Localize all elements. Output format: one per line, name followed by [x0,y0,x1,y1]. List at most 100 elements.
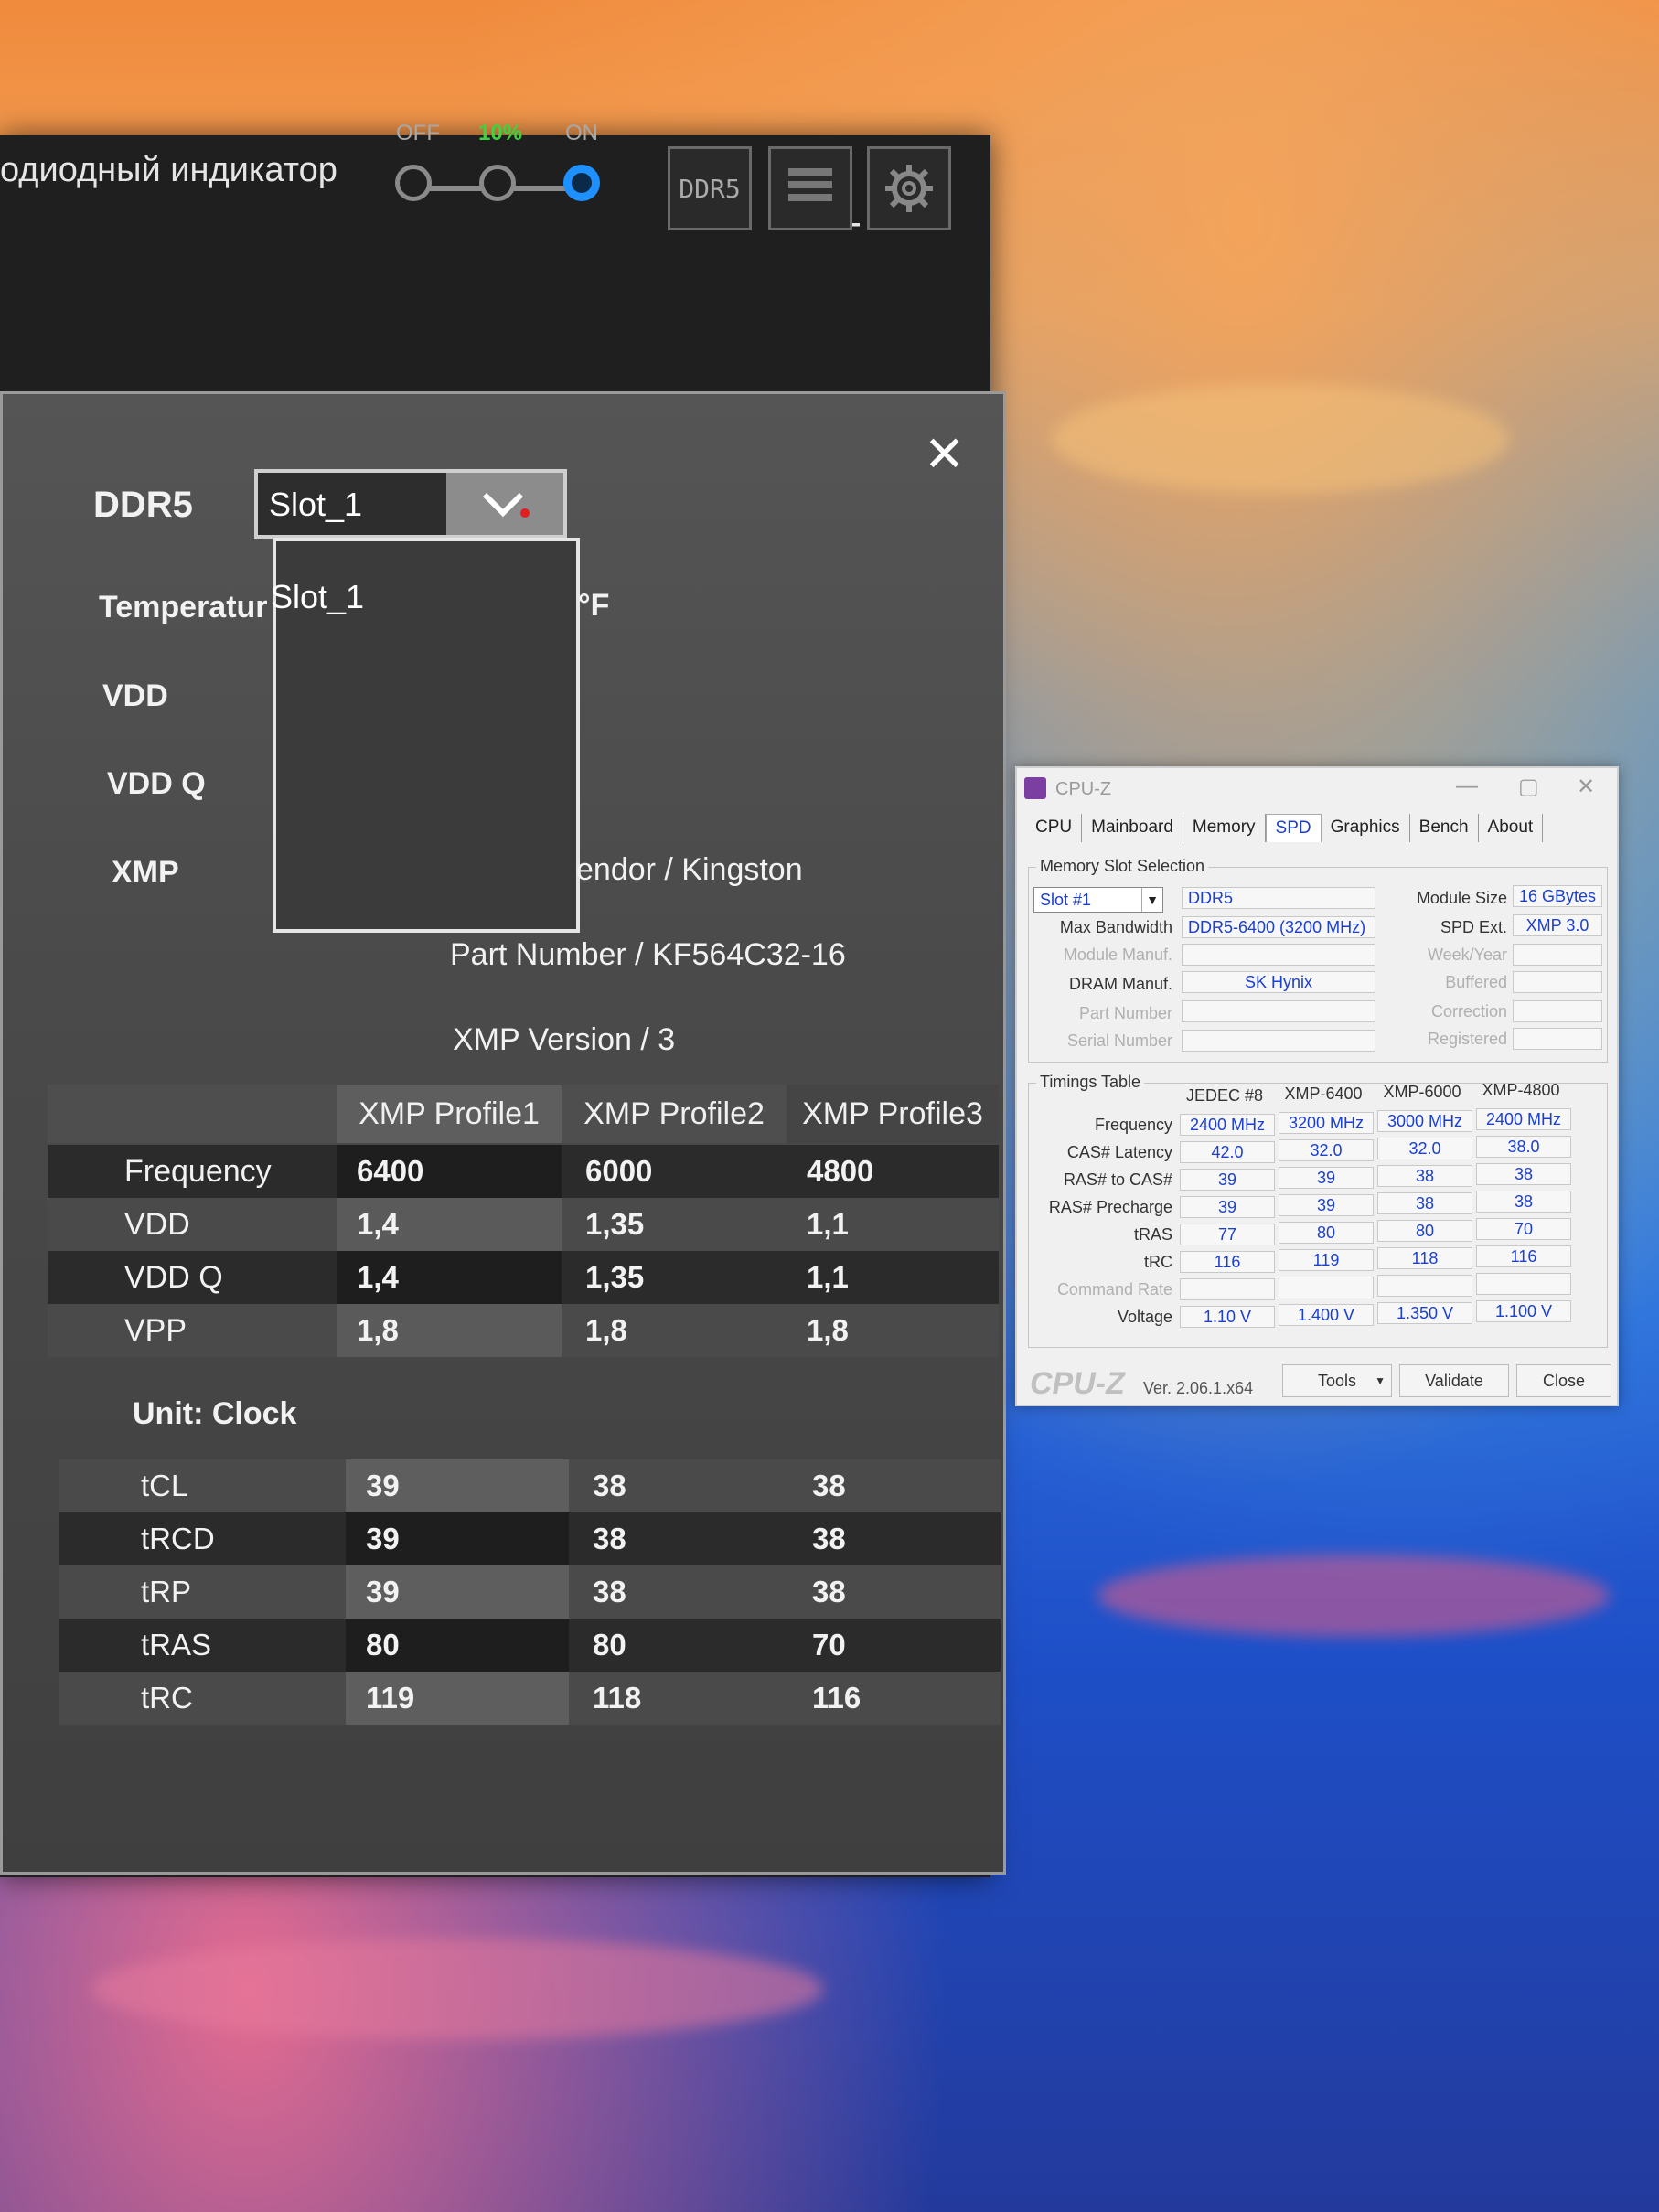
timing-value: 39 [1279,1194,1374,1216]
close-button[interactable]: Close [1516,1364,1611,1397]
ddr5-button[interactable]: DDR5 [668,146,752,230]
profile2-value: 38 [593,1575,626,1608]
timing-value: 80 [1377,1220,1472,1242]
correction-value [1513,1000,1602,1022]
tab-mainboard[interactable]: Mainboard [1082,814,1183,842]
timing-value [1180,1278,1275,1300]
timing-row-label: Command Rate [1056,1280,1172,1298]
tools-button[interactable]: Tools ▼ [1282,1364,1392,1397]
profile1-value: 119 [346,1672,569,1725]
week-year-label: Week/Year [1427,946,1507,964]
serial-number-value [1182,1030,1375,1052]
timing-row: tRC 119 118 116 [59,1672,1001,1725]
led-mid-dot[interactable] [479,165,516,201]
list-button[interactable] [768,146,852,230]
timing-value: 2400 MHz [1180,1114,1275,1136]
list-icon [788,168,832,201]
timing-value: 38 [1377,1165,1472,1187]
tab-spd[interactable]: SPD [1265,814,1322,842]
profile1-value: 6400 [337,1145,562,1198]
xmp-version-text: XMP Version / 3 [453,1022,676,1057]
chevron-down-icon: ▼ [1141,888,1162,912]
profile-row: VPP 1,8 1,8 1,8 [48,1304,999,1357]
temperature-unit: °F [578,588,610,623]
timing-value: 38 [1377,1192,1472,1214]
chevron-down-icon: ▼ [1375,1374,1386,1387]
timing-value: 118 [1377,1247,1472,1269]
max-bandwidth-value: DDR5-6400 (3200 MHz) [1182,916,1375,938]
led-track-line [514,186,569,191]
timing-value: 38 [1476,1163,1571,1185]
module-manuf-value [1182,944,1375,966]
timing-value: 39 [1180,1196,1275,1218]
profile2-value: 6000 [585,1154,653,1188]
row-label: tRP [141,1575,192,1608]
timing-value: 70 [1476,1218,1571,1240]
timing-row-label: RAS# to CAS# [1063,1170,1172,1189]
profile3-value: 1,1 [807,1260,849,1294]
close-panel-button[interactable]: ✕ [924,430,965,479]
wallpaper-stroke [1097,1555,1610,1637]
timing-value: 32.0 [1279,1139,1374,1161]
max-bandwidth-label: Max Bandwidth [1059,918,1172,936]
cpuz-minimize-button[interactable]: — [1456,774,1478,799]
buffered-label: Buffered [1445,973,1507,991]
tab-cpu[interactable]: CPU [1026,814,1083,842]
profile3-value: 1,1 [807,1207,849,1241]
cpuz-maximize-button[interactable]: ▢ [1518,774,1539,800]
profile2-value: 1,8 [585,1313,627,1347]
timing-value [1279,1277,1374,1298]
cpuz-title: CPU-Z [1055,779,1112,799]
timing-row-label: CAS# Latency [1066,1143,1172,1161]
led-on-dot[interactable] [563,165,600,201]
profile2-value: 38 [593,1522,626,1555]
slot-option-slot-1[interactable]: Slot_1 [271,578,364,616]
profile1-value: 39 [346,1459,569,1512]
chevron-down-icon [482,492,530,518]
timing-value: 42.0 [1180,1141,1275,1163]
timing-value: 32.0 [1377,1138,1472,1159]
profile1-value: 39 [346,1512,569,1565]
led-level-slider[interactable] [395,165,613,201]
profile-header: XMP Profile2 [583,1095,765,1131]
timing-row: tRCD 39 38 38 [59,1512,1001,1565]
cpuz-footer: CPU-Z Ver. 2.06.1.x64 Tools ▼ Validate C… [1017,1357,1617,1405]
row-label: VDD [124,1206,190,1242]
unit-clock-label: Unit: Clock [133,1396,297,1431]
profile3-value: 38 [812,1469,846,1502]
ddr5-button-label: DDR5 [679,173,741,204]
chevron-down-icon[interactable] [446,473,563,535]
timing-value: 80 [1279,1222,1374,1244]
row-label: Frequency [124,1153,272,1189]
timing-col-header: XMP-6400 [1284,1085,1363,1103]
timing-row-label: Voltage [1117,1308,1172,1326]
led-off-dot[interactable] [395,165,432,201]
profile-row: Frequency 6400 6000 4800 [48,1145,999,1198]
row-label: tCL [141,1469,188,1502]
tab-about[interactable]: About [1479,814,1544,842]
tab-memory[interactable]: Memory [1183,814,1266,842]
serial-number-label: Serial Number [1066,1031,1172,1050]
led-off-label: OFF [396,121,440,145]
settings-button[interactable] [867,146,951,230]
profile1-value: 39 [346,1565,569,1619]
slot-select-value: Slot_1 [269,486,363,523]
module-manuf-label: Module Manuf. [1063,946,1172,964]
tab-bench[interactable]: Bench [1410,814,1479,842]
cpuz-close-button[interactable]: ✕ [1577,774,1595,800]
timing-value: 116 [1180,1251,1275,1273]
vendor-text: endor / Kingston [576,852,803,887]
slot-select[interactable]: Slot_1 [254,469,567,539]
wallpaper-stroke [91,1939,823,2039]
slot-select[interactable]: Slot #1 ▼ [1033,887,1163,913]
spd-ext-value: XMP 3.0 [1513,914,1602,936]
part-number-label: Part Number [1078,1004,1172,1022]
tab-graphics[interactable]: Graphics [1322,814,1410,842]
row-label: tRAS [141,1628,212,1662]
timing-value: 39 [1279,1167,1374,1189]
timing-col-header: XMP-4800 [1482,1081,1560,1099]
module-size-value: 16 GBytes [1513,885,1602,907]
timing-value: 1.10 V [1180,1306,1275,1328]
validate-button[interactable]: Validate [1399,1364,1509,1397]
buffered-value [1513,971,1602,993]
